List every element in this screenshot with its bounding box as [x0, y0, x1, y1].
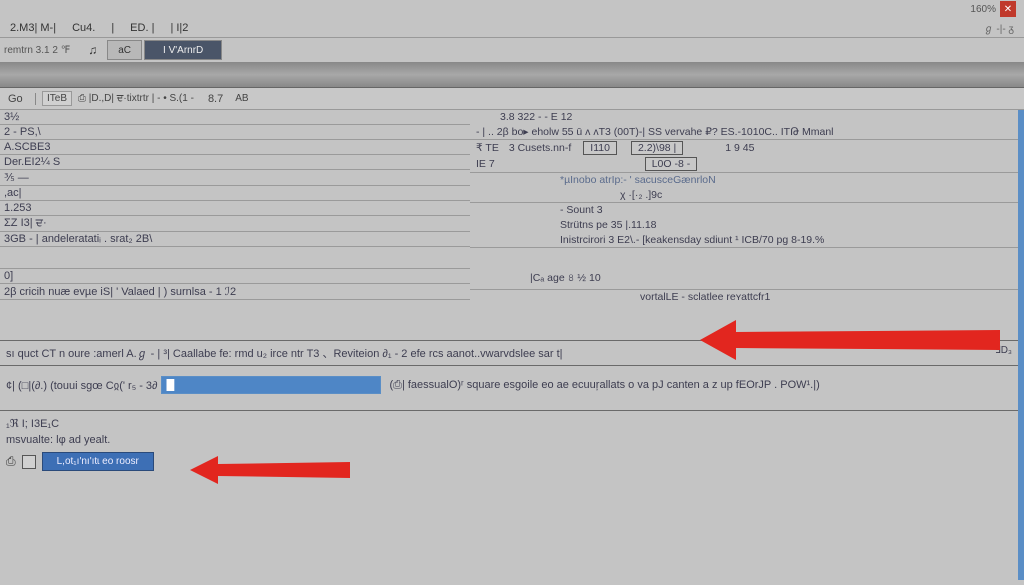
- menu-item-2[interactable]: Cu4.: [66, 20, 101, 36]
- r2-right-nums: 1 9 45: [725, 142, 754, 154]
- bottom-message: msvualte: lφ ad yealt.: [6, 434, 1012, 446]
- sheet-area: 3½ 2 - PS,\ A.SCBE3 Der.EI2¼ S ⅗ — ,ac| …: [0, 110, 1024, 580]
- close-button[interactable]: ✕: [1000, 1, 1016, 17]
- zoom-percent: 160%: [970, 4, 996, 15]
- value-box-1[interactable]: I110: [583, 141, 617, 155]
- row-label-ac: ,ac|: [0, 186, 470, 201]
- r2-left: ₹ TE: [476, 142, 499, 154]
- menu-item-1[interactable]: 2.M3| M-|: [4, 20, 62, 36]
- input-prefix: ¢| (□|(∂.) (touui sgœ Cჲ(' r₅ - 3∂: [6, 379, 157, 392]
- right-row-9: |Cₐ age ৪ ½ 10: [470, 270, 1018, 290]
- tab-row: remtrn 3.1 2 ℉ ♫ aC I V'ArnrD: [0, 38, 1024, 62]
- checkbox[interactable]: [22, 455, 36, 469]
- cell-reference[interactable]: Go: [8, 93, 36, 105]
- row-header-0: 3½: [0, 110, 470, 125]
- r2-custom: 3 Cusets.nn-f: [509, 142, 571, 154]
- bottom-section: ₁ℜ Ι; I3E₁C msvualte: lφ ad yealt. ⎙ L,o…: [0, 410, 1018, 477]
- menu-item-4[interactable]: ED. |: [124, 20, 160, 36]
- search-input-row: ¢| (□|(∂.) (touui sgœ Cჲ(' r₅ - 3∂ (⎙| f…: [0, 372, 1018, 398]
- music-icon: ♫: [80, 43, 105, 57]
- right-row-3: IE 7 L0O -8 -: [470, 156, 1018, 173]
- formula-bar: Go ITeB ⎙ |D.,D| ਦ·tixtrtr | - • S.(1 - …: [0, 88, 1024, 110]
- tab-left-label: remtrn 3.1 2 ℉: [4, 45, 78, 56]
- right-row-2: ₹ TE 3 Cusets.nn-f I110 2.2)\98 | 1 9 45: [470, 140, 1018, 156]
- menu-item-5[interactable]: | I|2: [164, 20, 194, 36]
- value-box-2[interactable]: 2.2)\98 |: [631, 141, 683, 155]
- row-label-dere: Der.EI2¼ S: [0, 155, 470, 170]
- row-label-0bracket: 0]: [0, 269, 470, 284]
- long-description-row: sı quct CT n oure :amerl A.ℊ - | ³| Caal…: [0, 340, 1018, 366]
- right-row-6: - Sount 3: [470, 203, 1018, 218]
- menu-item-3[interactable]: |: [105, 20, 120, 36]
- menu-right-text: ℊ -|- ᵹ: [978, 18, 1020, 37]
- input-suffix: (⎙| faessualO)ʳ square esgoile eo ae ecu…: [389, 379, 819, 392]
- row-label-blank: [0, 247, 470, 269]
- right-row-5: χ ·[·₂ .]9c: [470, 188, 1018, 203]
- row-label-scbe3: A.SCBE3: [0, 140, 470, 155]
- fx-button[interactable]: ITeB: [42, 91, 72, 106]
- value-box-3[interactable]: L0O -8 -: [645, 157, 698, 171]
- row-label-ps: 2 - PS,\: [0, 125, 470, 140]
- row-label-sigma: ΣZ I3| ਦ·: [0, 216, 470, 232]
- row-label-3gb: 3GB - | andeleratatiᵢ . srat₂ 2B\: [0, 232, 470, 247]
- tab-2-active[interactable]: I V'ArnrD: [144, 40, 222, 60]
- print-icon[interactable]: ⎙: [6, 454, 16, 469]
- row-label-1253: 1.253: [0, 201, 470, 216]
- formula-mini-buttons: ⎙ |D.,D| ਦ·tixtrtr | - • S.(1 -: [78, 93, 194, 104]
- right-row-8: Inistrcirori 3 E2\.- [keakensday sdiunt …: [470, 233, 1018, 248]
- tab-1[interactable]: aC: [107, 40, 142, 60]
- r3-left: IE 7: [476, 158, 495, 170]
- right-header-numbers: 3.8 322 - - Ε 12: [470, 110, 1018, 125]
- row-label-long-2b: 2β cricih nuæ evµe iS| ' Valaed | ) surn…: [0, 284, 470, 300]
- primary-action-button[interactable]: L,ot₁ı'nı'ıtɩ eo roosr: [42, 452, 154, 471]
- row-label-frac: ⅗ —: [0, 170, 470, 186]
- right-row-4: *µInobo atrIp:- ' sacusceGænrloN: [470, 173, 1018, 188]
- right-row-1: - | .. 2β bo▸ eholw 55 ū ʌ ʌT3 (00T)-| S…: [470, 125, 1018, 140]
- titlebar: 160% ✕: [0, 0, 1024, 18]
- right-data-panel: 3.8 322 - - Ε 12 - | .. 2β bo▸ eholw 55 …: [470, 110, 1018, 305]
- far-right-code: ℲD₃: [995, 345, 1012, 356]
- left-label-column: 3½ 2 - PS,\ A.SCBE3 Der.EI2¼ S ⅗ — ,ac| …: [0, 110, 470, 300]
- formula-number: 8.7: [200, 93, 223, 105]
- primary-text-input[interactable]: [161, 376, 381, 394]
- menu-bar: 2.M3| M-| Cu4. | ED. | | I|2 ℊ -|- ᵹ: [0, 18, 1024, 38]
- bottom-section-label: ₁ℜ Ι; I3E₁C: [6, 417, 1012, 430]
- right-row-7: Strütns pe 35 |.11.18: [470, 218, 1018, 233]
- toolbar-strip: [0, 62, 1024, 88]
- right-row-10: vortalLE - sclatlee reʏattcfr1: [470, 290, 1018, 305]
- formula-mode: AB: [229, 93, 248, 104]
